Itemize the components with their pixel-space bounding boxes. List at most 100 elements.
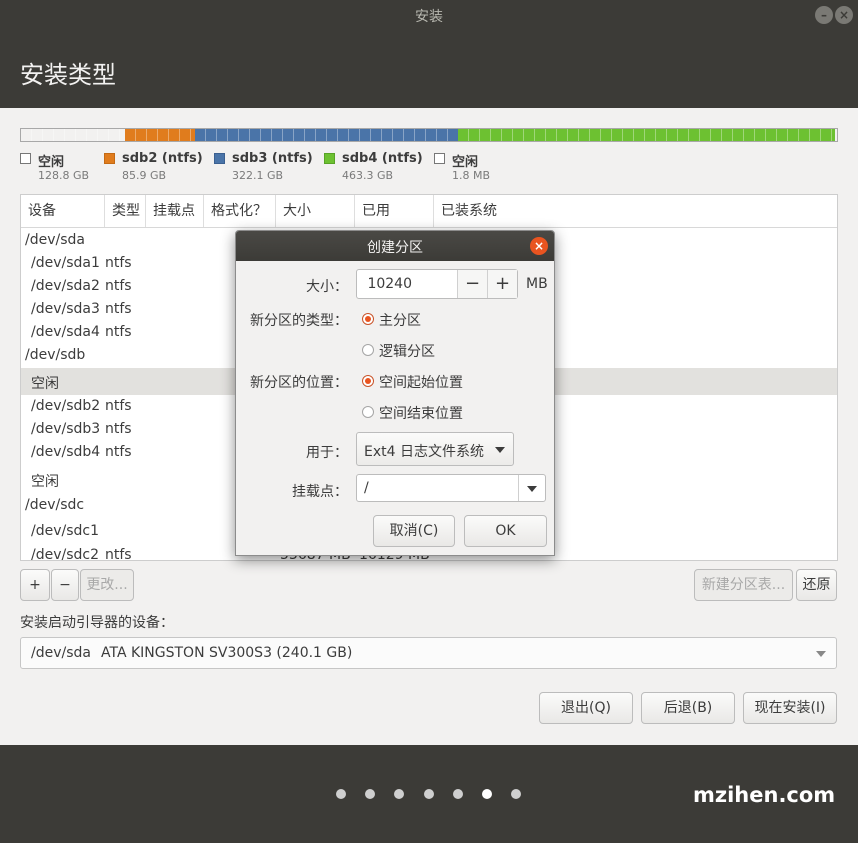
combo-divider — [518, 475, 519, 501]
legend-label: sdb2 (ntfs) — [122, 151, 203, 166]
minimize-button[interactable]: – — [815, 6, 833, 24]
cell-type: ntfs — [105, 398, 132, 414]
watermark: mzihen.com — [693, 783, 836, 807]
cell-type: ntfs — [105, 444, 132, 460]
progress-dot — [482, 789, 492, 799]
progress-dot — [336, 789, 346, 799]
close-icon[interactable]: × — [530, 237, 548, 255]
progress-dot — [365, 789, 376, 799]
page-title: 安装类型 — [20, 61, 116, 89]
logical-partition-label: 逻辑分区 — [379, 344, 435, 360]
legend-swatch — [324, 153, 335, 164]
column-type[interactable]: 类型 — [105, 195, 146, 227]
partition-bar-segment-free — [21, 129, 126, 141]
bootloader-device-model: ATA KINGSTON SV300S3 (240.1 GB) — [101, 645, 353, 661]
cell-type: ntfs — [105, 278, 132, 294]
cell-type: ntfs — [105, 421, 132, 437]
installer-footer: mzihen.com — [0, 745, 858, 843]
size-value[interactable]: 10240 — [367, 276, 412, 292]
column-mount[interactable]: 挂载点 — [146, 195, 204, 227]
legend-swatch — [214, 153, 225, 164]
dialog-titlebar: 创建分区 × — [236, 231, 554, 261]
partition-bar-segment-sdb3 — [195, 129, 458, 141]
mount-point-label: 挂载点： — [292, 484, 348, 500]
decrease-size-button[interactable]: − — [457, 270, 487, 298]
primary-partition-label: 主分区 — [379, 313, 421, 329]
legend-size: 85.9 GB — [122, 169, 167, 182]
chevron-down-icon[interactable] — [527, 486, 537, 492]
column-device[interactable]: 设备 — [21, 195, 105, 227]
increase-size-button[interactable]: + — [487, 270, 517, 298]
radio-empty-icon — [362, 344, 374, 356]
ok-button[interactable]: OK — [464, 515, 547, 547]
cell-device: /dev/sda2 — [31, 278, 100, 294]
use-as-value: Ext4 日志文件系统 — [364, 444, 484, 460]
cell-device: /dev/sda3 — [31, 301, 100, 317]
progress-dot — [394, 789, 405, 799]
legend-size: 322.1 GB — [232, 169, 284, 182]
size-label: 大小： — [306, 279, 348, 295]
location-start-label: 空间起始位置 — [379, 375, 463, 391]
partition-bar-segment-sdb4 — [457, 129, 836, 141]
progress-dot — [452, 789, 463, 799]
add-partition-button[interactable]: + — [20, 569, 50, 601]
install-now-button[interactable]: 现在安装(I) — [743, 692, 837, 724]
use-as-select[interactable]: Ext4 日志文件系统 — [356, 432, 514, 466]
cell-device: /dev/sdc — [25, 497, 85, 513]
bootloader-label: 安装启动引导器的设备： — [20, 615, 174, 631]
close-window-button[interactable]: × — [835, 6, 853, 24]
column-size[interactable]: 大小 — [276, 195, 355, 227]
column-format[interactable]: 格式化？ — [204, 195, 276, 227]
partition-location-label: 新分区的位置： — [250, 375, 348, 391]
cell-device: /dev/sdb4 — [31, 444, 101, 460]
back-button[interactable]: 后退(B) — [641, 692, 735, 724]
legend-label: 空闲 — [38, 155, 65, 170]
revert-button[interactable]: 还原 — [796, 569, 837, 601]
cell-device: 空闲 — [31, 376, 59, 392]
window-titlebar: 安装 – × — [0, 0, 858, 30]
mount-point-value[interactable]: / — [364, 480, 369, 496]
partition-bar — [20, 128, 838, 142]
progress-dot — [511, 789, 522, 799]
cell-type: ntfs — [105, 547, 132, 561]
size-unit: MB — [526, 276, 548, 292]
mount-point-combo[interactable]: / — [356, 474, 546, 502]
cell-device: /dev/sdb2 — [31, 398, 101, 414]
location-end-label: 空间结束位置 — [379, 406, 463, 422]
radio-selected-icon — [362, 375, 374, 387]
quit-button[interactable]: 退出(Q) — [539, 692, 633, 724]
cell-device: 空闲 — [31, 474, 59, 490]
legend-label: sdb4 (ntfs) — [342, 151, 423, 166]
bootloader-device-select[interactable]: /dev/sda ATA KINGSTON SV300S3 (240.1 GB) — [20, 637, 837, 669]
cell-device: /dev/sdc1 — [31, 523, 100, 539]
legend-size: 463.3 GB — [342, 169, 394, 182]
partition-bar-segment-free-end — [835, 129, 837, 141]
cell-device: /dev/sdb — [25, 347, 86, 363]
column-used[interactable]: 已用 — [355, 195, 434, 227]
use-as-label: 用于： — [306, 445, 348, 461]
legend-size: 1.8 MB — [452, 169, 491, 182]
chevron-down-icon — [495, 447, 505, 453]
legend-label: 空闲 — [452, 155, 479, 170]
dialog-title: 创建分区 — [367, 240, 423, 256]
partition-bar-segment-sdb2 — [125, 129, 196, 141]
progress-dot — [423, 789, 434, 799]
change-partition-button[interactable]: 更改... — [80, 569, 134, 601]
remove-partition-button[interactable]: − — [51, 569, 79, 601]
window-title: 安装 — [415, 9, 443, 25]
size-spinbox[interactable]: 10240 − + — [356, 269, 518, 299]
new-partition-table-button[interactable]: 新建分区表... — [694, 569, 793, 601]
cell-device: /dev/sda1 — [31, 255, 100, 271]
cell-type: ntfs — [105, 301, 132, 317]
radio-empty-icon — [362, 406, 374, 418]
legend-swatch — [20, 153, 31, 164]
column-installed-os[interactable]: 已装系统 — [434, 195, 837, 227]
cell-device: /dev/sdc2 — [31, 547, 100, 561]
legend-size: 128.8 GB — [38, 169, 90, 182]
page-header: 安装类型 — [0, 30, 858, 108]
cancel-button[interactable]: 取消(C) — [373, 515, 455, 547]
cell-device: /dev/sda4 — [31, 324, 100, 340]
cell-device: /dev/sdb3 — [31, 421, 101, 437]
legend-label: sdb3 (ntfs) — [232, 151, 313, 166]
radio-selected-icon — [362, 313, 374, 325]
